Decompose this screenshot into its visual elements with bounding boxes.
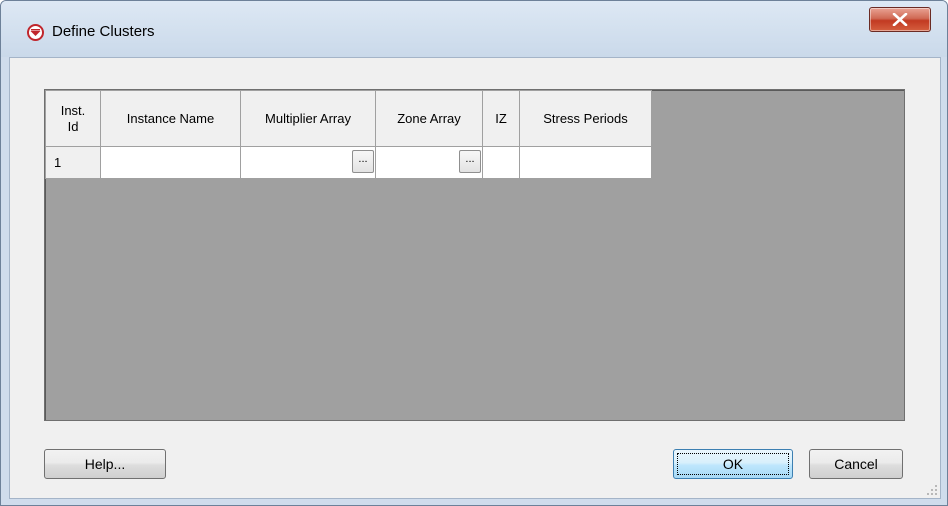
help-button[interactable]: Help... [44, 449, 166, 479]
focus-rectangle [677, 453, 789, 475]
zone-array-browse-button[interactable]: ... [459, 150, 481, 173]
cancel-button[interactable]: Cancel [809, 449, 903, 479]
cell-instance-name[interactable] [100, 146, 241, 179]
close-icon [892, 13, 908, 26]
table-row: 1 ... ... [45, 146, 652, 179]
app-logo-icon [27, 24, 44, 41]
cell-stress-periods[interactable] [519, 146, 652, 179]
multiplier-array-browse-button[interactable]: ... [352, 150, 374, 173]
column-header-iz[interactable]: IZ [482, 90, 520, 147]
resize-grip-icon[interactable] [926, 484, 938, 496]
cell-multiplier-array-wrap: ... [241, 147, 375, 178]
column-header-multiplier-array[interactable]: Multiplier Array [240, 90, 376, 147]
close-button[interactable] [869, 7, 931, 32]
window-title: Define Clusters [52, 23, 155, 40]
column-header-inst-id[interactable]: Inst. Id [45, 90, 101, 147]
column-header-zone-array[interactable]: Zone Array [375, 90, 483, 147]
ok-button[interactable]: OK [673, 449, 793, 479]
clusters-table: Inst. Id Instance Name Multiplier Array … [45, 90, 652, 179]
clusters-grid: Inst. Id Instance Name Multiplier Array … [44, 89, 905, 421]
cell-iz[interactable] [482, 146, 520, 179]
column-header-instance-name[interactable]: Instance Name [100, 90, 241, 147]
title-bar: Define Clusters [1, 1, 947, 57]
cell-zone-array[interactable]: ... [375, 146, 483, 179]
cell-zone-array-wrap: ... [376, 147, 482, 178]
header-row: Inst. Id Instance Name Multiplier Array … [45, 90, 652, 147]
dialog-client-area: Inst. Id Instance Name Multiplier Array … [9, 57, 941, 499]
cell-multiplier-array[interactable]: ... [240, 146, 376, 179]
define-clusters-dialog: Define Clusters Inst. Id Instance Name M… [0, 0, 948, 506]
cell-inst-id: 1 [45, 146, 101, 179]
column-header-stress-periods[interactable]: Stress Periods [519, 90, 652, 147]
